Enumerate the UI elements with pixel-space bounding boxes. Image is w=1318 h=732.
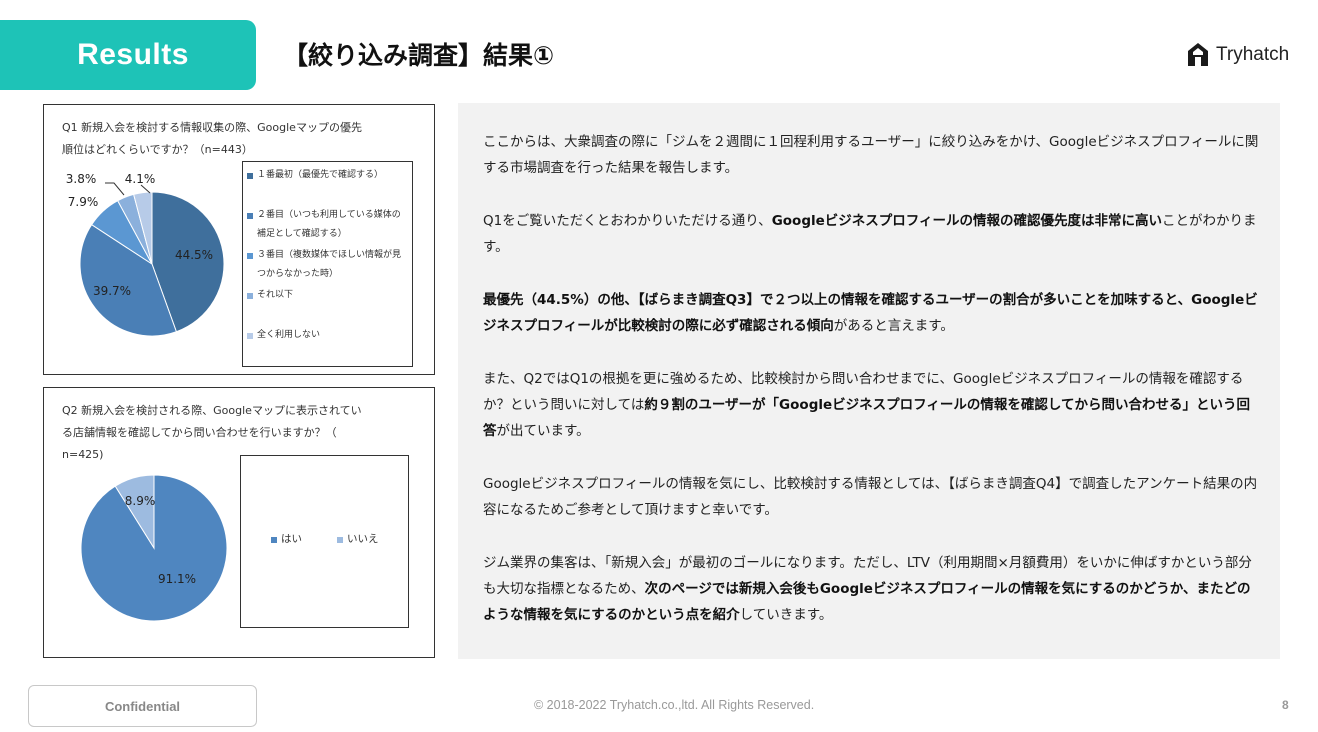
q1-legend-item: それ以下 — [247, 286, 293, 305]
q1-leader-line — [105, 182, 125, 196]
q1-value-label: 44.5% — [175, 248, 213, 262]
body-text: していきます。 — [739, 607, 833, 623]
emphasis-text: Googleビジネスプロフィールの情報の確認優先度は非常に高い — [771, 213, 1162, 229]
q1-chart-panel: Q1 新規入会を検討する情報収集の際、Googleマップの優先 順位はどれくらい… — [43, 104, 435, 375]
legend-label: それ以下 — [257, 286, 293, 305]
q1-value-label: 4.1% — [125, 172, 156, 186]
legend-swatch — [271, 537, 277, 543]
legend-swatch — [247, 253, 253, 259]
brand-logo: Tryhatch — [1186, 42, 1289, 68]
q2-chart-panel: Q2 新規入会を検討される際、Googleマップに表示されてい る店舗情報を確認… — [43, 387, 435, 658]
logo-text: Tryhatch — [1216, 44, 1290, 65]
page-title: 【絞り込み調査】結果① — [283, 41, 555, 70]
q2-value-label: 8.9% — [125, 494, 156, 508]
copyright-text: © 2018-2022 Tryhatch.co.,ltd. All Rights… — [534, 698, 815, 712]
summary-paragraph: ここからは、大衆調査の際に「ジムを２週間に１回程利用するユーザー」に絞り込みをか… — [483, 129, 1263, 181]
legend-swatch — [247, 333, 253, 339]
legend-label: いいえ — [347, 533, 379, 545]
body-text: が出ています。 — [496, 423, 590, 439]
summary-paragraph: ジム業界の集客は、「新規入会」が最初のゴールになります。ただし、LTV（利用期間… — [483, 550, 1263, 628]
section-label: Results — [77, 38, 189, 71]
q2-value-label: 91.1% — [158, 572, 196, 586]
q1-legend-item: １番最初（最優先で確認する） — [247, 166, 383, 185]
legend-label-line: 全く利用しない — [257, 330, 321, 340]
q2-legend: はい いいえ — [240, 455, 409, 628]
confidential-badge: Confidential — [28, 685, 257, 727]
q1-legend-item: ３番目（複数媒体でほしい情報が見 つからなかった時） — [247, 246, 401, 284]
body-text: ここからは、大衆調査の際に「ジムを２週間に１回程利用するユーザー」に絞り込みをか… — [483, 134, 1259, 176]
legend-label: ２番目（いつも利用している媒体の 補足として確認する） — [257, 206, 401, 244]
legend-label: ３番目（複数媒体でほしい情報が見 つからなかった時） — [257, 246, 401, 284]
tryhatch-logo-icon — [1188, 43, 1208, 66]
q1-value-label: 39.7% — [93, 284, 131, 298]
legend-swatch — [247, 173, 253, 179]
legend-label-line: それ以下 — [257, 290, 294, 300]
summary-text-panel: ここからは、大衆調査の際に「ジムを２週間に１回程利用するユーザー」に絞り込みをか… — [458, 103, 1280, 659]
body-text: があると言えます。 — [833, 318, 954, 334]
legend-swatch — [337, 537, 343, 543]
q2-legend-item: はい — [271, 530, 302, 549]
q2-legend-item: いいえ — [337, 530, 379, 549]
body-text: Googleビジネスプロフィールの情報を気にし、比較検討する情報としては、【ばら… — [483, 476, 1258, 518]
legend-swatch — [247, 213, 253, 219]
legend-swatch — [247, 293, 253, 299]
legend-label-line: つからなかった時） — [257, 269, 339, 279]
section-tab: Results — [0, 20, 256, 90]
legend-label: １番最初（最優先で確認する） — [257, 166, 383, 185]
q1-legend-item: ２番目（いつも利用している媒体の 補足として確認する） — [247, 206, 401, 244]
q1-value-label: 3.8% — [66, 172, 97, 186]
legend-label: はい — [281, 533, 302, 545]
legend-label-line: 補足として確認する） — [257, 229, 347, 239]
q1-legend-item: 全く利用しない — [247, 326, 320, 345]
summary-paragraph: Q1をご覧いただくとおわかりいただける通り、Googleビジネスプロフィールの情… — [483, 208, 1263, 260]
q1-value-label: 7.9% — [68, 195, 99, 209]
legend-label-line: ２番目（いつも利用している媒体の — [257, 210, 401, 220]
legend-label-line: ３番目（複数媒体でほしい情報が見 — [257, 250, 402, 260]
legend-label-line: １番最初（最優先で確認する） — [257, 170, 384, 180]
legend-label: 全く利用しない — [257, 326, 320, 345]
page-number: 8 — [1282, 698, 1289, 712]
summary-paragraph: 最優先（44.5%）の他、【ばらまき調査Q3】で２つ以上の情報を確認するユーザー… — [483, 287, 1263, 339]
body-text: Q1をご覧いただくとおわかりいただける通り、 — [483, 213, 772, 229]
q1-legend: １番最初（最優先で確認する） ２番目（いつも利用している媒体の 補足として確認する）… — [242, 161, 413, 367]
summary-paragraph: Googleビジネスプロフィールの情報を気にし、比較検討する情報としては、【ばら… — [483, 471, 1263, 523]
summary-paragraph: また、Q2ではQ1の根拠を更に強めるため、比較検討から問い合わせまでに、Goog… — [483, 366, 1263, 444]
